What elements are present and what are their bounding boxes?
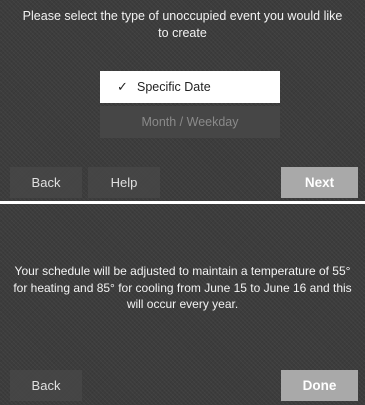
schedule-confirmation-message: Your schedule will be adjusted to mainta… xyxy=(13,264,352,311)
event-type-screen: Please select the type of unoccupied eve… xyxy=(0,0,365,201)
option-label: Month / Weekday xyxy=(141,115,239,129)
next-button[interactable]: Next xyxy=(281,167,358,198)
option-month-weekday[interactable]: Month / Weekday xyxy=(100,106,280,138)
checkmark-icon: ✓ xyxy=(117,79,128,94)
help-button[interactable]: Help xyxy=(88,167,160,198)
event-type-prompt: Please select the type of unoccupied eve… xyxy=(22,9,343,40)
back-button[interactable]: Back xyxy=(10,370,82,401)
option-label: Specific Date xyxy=(137,80,211,94)
back-button[interactable]: Back xyxy=(10,167,82,198)
confirmation-screen: Your schedule will be adjusted to mainta… xyxy=(0,204,365,405)
option-specific-date[interactable]: ✓ Specific Date xyxy=(100,71,280,103)
done-button[interactable]: Done xyxy=(281,370,358,401)
